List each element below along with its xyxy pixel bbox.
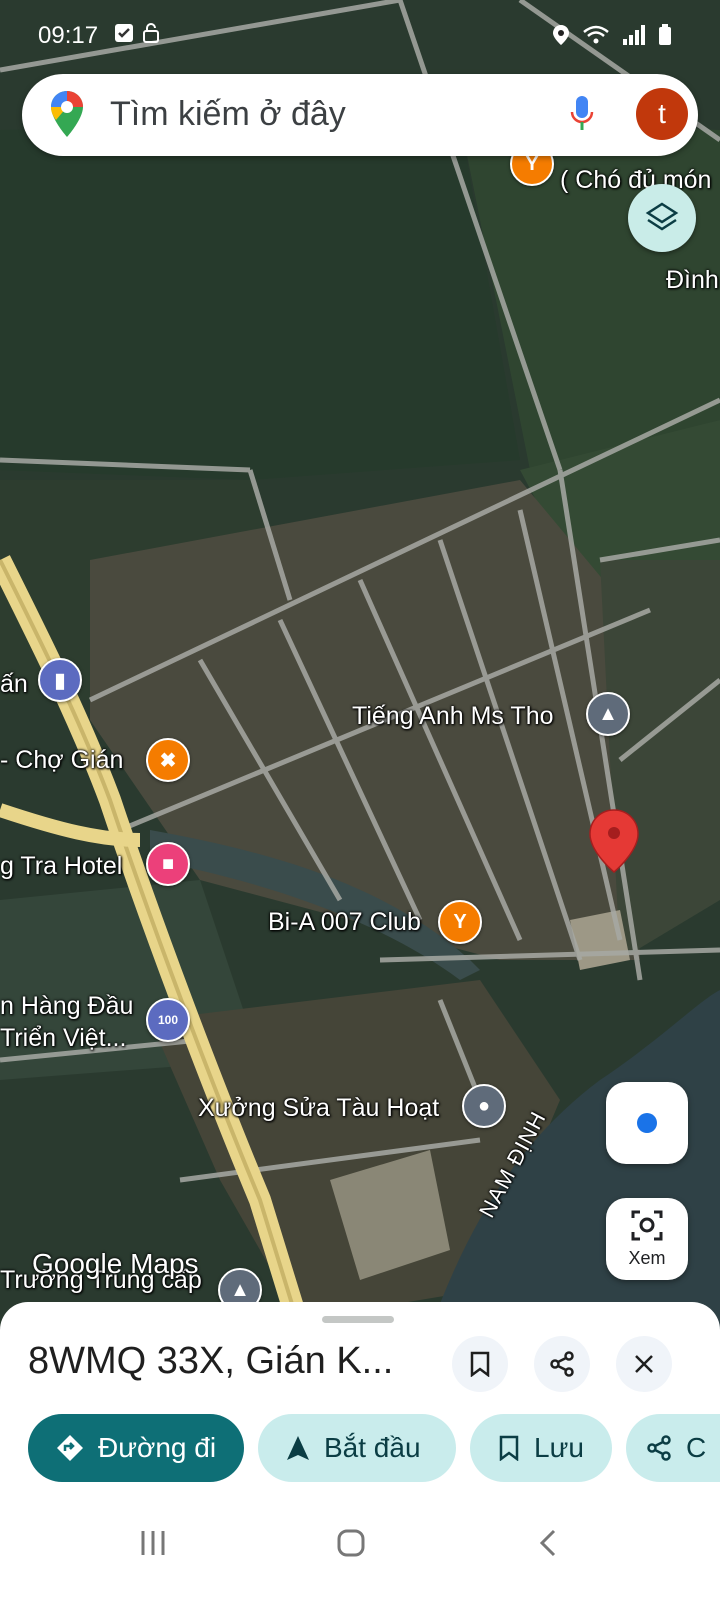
close-icon (635, 1355, 653, 1373)
status-notification-icons (114, 22, 160, 44)
directions-button[interactable]: Đường đi (28, 1414, 244, 1482)
share-button[interactable] (534, 1336, 590, 1392)
search-input[interactable] (108, 94, 512, 135)
wifi-icon (583, 25, 609, 44)
lock-icon (143, 23, 159, 43)
google-maps-logo-icon (51, 91, 83, 137)
home-button[interactable] (336, 1528, 366, 1563)
navigation-arrow-icon (287, 1436, 309, 1460)
hotel-poi-icon[interactable]: ■ (146, 842, 190, 886)
share-chip-label: C (686, 1432, 707, 1463)
recent-apps-button[interactable] (138, 1528, 168, 1563)
share-icon (647, 1435, 671, 1461)
map-label[interactable]: - Chợ Gián (0, 746, 123, 775)
lens-label: Xem (628, 1248, 666, 1268)
back-icon (539, 1529, 556, 1557)
lens-button[interactable]: Xem (606, 1198, 688, 1280)
save-label: Lưu (534, 1432, 584, 1463)
action-chips: Đường đi Bắt đầu Lưu C (28, 1414, 720, 1484)
map-label[interactable]: Tiếng Anh Ms Tho (352, 702, 554, 731)
map-label[interactable]: n Hàng Đầu (0, 992, 133, 1021)
home-icon (337, 1529, 365, 1557)
bookmark-icon (470, 1351, 490, 1377)
map-label[interactable]: g Tra Hotel (0, 852, 122, 881)
restaurant-poi-icon[interactable]: ✖ (146, 738, 190, 782)
status-system-icons (552, 24, 672, 46)
save-button[interactable]: Lưu (470, 1414, 612, 1482)
directions-label: Đường đi (98, 1432, 217, 1463)
location-icon (553, 25, 569, 45)
place-poi-icon[interactable]: ● (462, 1084, 506, 1128)
account-avatar[interactable]: t (636, 88, 688, 140)
place-title: 8WMQ 33X, Gián K... (28, 1340, 394, 1382)
battery-icon (659, 24, 671, 45)
share-chip-button[interactable]: C (626, 1414, 720, 1482)
close-button[interactable] (616, 1336, 672, 1392)
layers-button[interactable] (628, 184, 696, 252)
google-maps-watermark: Google Maps (32, 1248, 199, 1279)
camera-lens-icon (631, 1210, 663, 1241)
gas-poi-icon[interactable]: 100 (146, 998, 190, 1042)
map-label[interactable]: Xưởng Sửa Tàu Hoạt (198, 1094, 439, 1123)
map-label[interactable]: ( Chó đủ món (560, 166, 711, 195)
gas-station-poi-icon[interactable]: ▮ (38, 658, 82, 702)
directions-icon (57, 1435, 83, 1461)
map-label[interactable]: Triển Việt... (0, 1024, 126, 1053)
save-place-button[interactable] (452, 1336, 508, 1392)
map-label[interactable]: ấn (0, 670, 28, 699)
status-time: 09:17 (38, 22, 99, 49)
drag-handle[interactable] (322, 1316, 394, 1323)
signal-icon (623, 25, 645, 45)
my-location-icon (637, 1113, 657, 1133)
system-nav-bar (0, 1500, 720, 1600)
bar-poi-icon[interactable]: Y (438, 900, 482, 944)
my-location-button[interactable] (606, 1082, 688, 1164)
recent-apps-icon (141, 1531, 165, 1555)
back-button[interactable] (536, 1528, 560, 1563)
bookmark-icon (499, 1435, 519, 1461)
layers-icon (645, 202, 679, 231)
map-label[interactable]: Đình (666, 266, 719, 295)
status-bar: 09:17 (0, 0, 720, 70)
share-icon (550, 1351, 574, 1377)
school-poi-icon[interactable]: ▲ (586, 692, 630, 736)
map-label[interactable]: Bi-A 007 Club (268, 908, 421, 937)
search-bar[interactable]: t (22, 74, 698, 156)
checkbox-icon (115, 24, 133, 42)
microphone-icon[interactable] (570, 94, 594, 134)
start-label: Bắt đầu (324, 1432, 421, 1463)
start-button[interactable]: Bắt đầu (258, 1414, 456, 1482)
